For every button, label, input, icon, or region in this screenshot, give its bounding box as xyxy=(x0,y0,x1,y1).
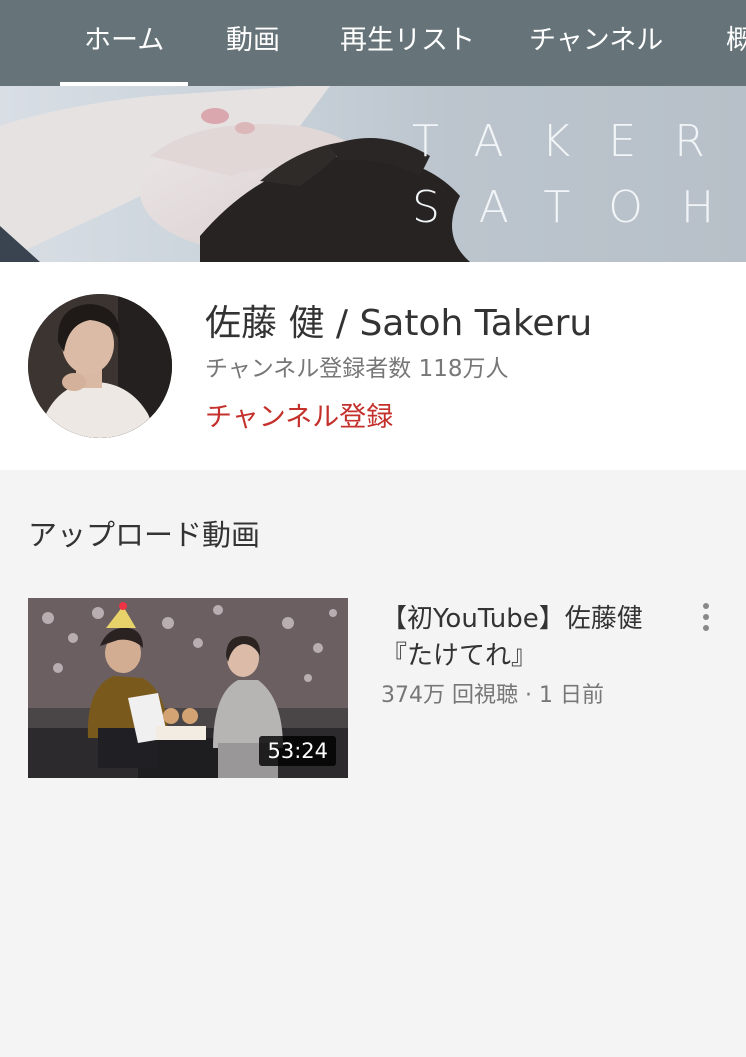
tab-videos[interactable]: 動画 xyxy=(226,0,280,86)
banner-title-line2: SATOH xyxy=(412,182,746,233)
channel-header: 佐藤 健 / Satoh Takeru チャンネル登録者数 118万人 チャンネ… xyxy=(0,262,746,470)
banner-title-line1: TAKERU xyxy=(412,116,746,167)
tab-playlists[interactable]: 再生リスト xyxy=(340,0,475,86)
video-item[interactable]: 53:24 【初YouTube】佐藤健『たけてれ』 374万 回視聴 · 1 日… xyxy=(0,597,746,779)
subscribe-button[interactable]: チャンネル登録 xyxy=(205,395,393,434)
video-title[interactable]: 【初YouTube】佐藤健『たけてれ』 xyxy=(381,601,681,675)
avatar-photo xyxy=(28,294,172,438)
channel-name: 佐藤 健 / Satoh Takeru xyxy=(205,303,593,344)
video-duration: 53:24 xyxy=(259,736,336,766)
more-options-icon[interactable] xyxy=(698,603,714,633)
channel-tab-bar: ホーム 動画 再生リスト チャンネル 概 xyxy=(0,0,746,86)
tab-channels[interactable]: チャンネル xyxy=(529,0,663,86)
tab-about[interactable]: 概 xyxy=(726,0,746,86)
channel-avatar[interactable] xyxy=(28,294,172,438)
banner-photo xyxy=(0,86,470,262)
channel-banner: TAKERU SATOH xyxy=(0,86,746,262)
video-meta: 374万 回視聴 · 1 日前 xyxy=(381,683,604,708)
tab-home[interactable]: ホーム xyxy=(59,0,189,86)
section-title-uploads: アップロード動画 xyxy=(28,518,261,552)
video-thumbnail[interactable]: 53:24 xyxy=(28,598,348,778)
subscriber-count: チャンネル登録者数 118万人 xyxy=(205,356,509,382)
